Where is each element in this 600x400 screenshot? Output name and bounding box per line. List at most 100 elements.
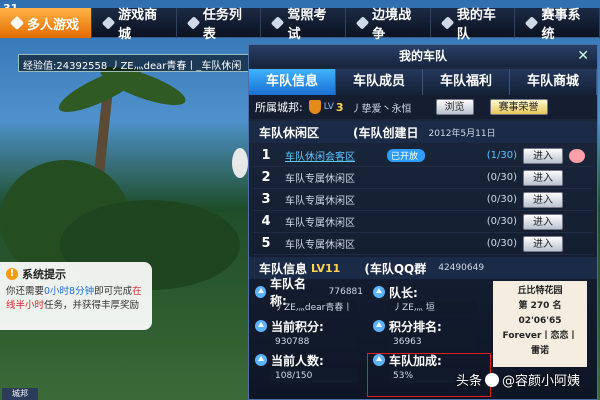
tab-team-members[interactable]: 车队成员 [336, 69, 423, 95]
team-name-field: 车队名称:776881 丿ZE灬dear青春丨 [255, 277, 363, 315]
row-number: 3 [261, 192, 271, 207]
bottom-chip[interactable]: 城邦 [2, 388, 38, 400]
tip-text: 你还需要 [6, 286, 45, 297]
bush [232, 148, 248, 178]
watermark-pre: 头条 [456, 374, 483, 389]
up-arrow-icon [373, 320, 385, 332]
lounge-name: 车队专属休闲区 [285, 218, 355, 229]
tab-team-info[interactable]: 车队信息 [249, 69, 336, 95]
members-label: 当前人数: [271, 353, 324, 368]
city-row: 所属城邦: LV 3 丿挚爱丶永恒 浏览 赛事荣誉 [249, 95, 597, 119]
row-number: 4 [261, 214, 271, 229]
tab-label: 任务列表 [202, 8, 242, 42]
tab-team-shop[interactable]: 车队商城 [510, 69, 597, 95]
lounge-name: 车队专属休闲区 [285, 196, 355, 207]
enter-button[interactable]: 进入 [523, 235, 563, 252]
qq-label: (车队QQ群 [364, 261, 427, 276]
lounge-title: 车队休闲区 [259, 125, 320, 140]
tab-label: 游戏商城 [118, 8, 158, 42]
tip-body: 你还需要0小时8分钟即可完成在 线半小时任务，并获得丰厚奖励 [6, 285, 146, 313]
tip-header: ! 系统提示 [6, 266, 146, 282]
pig-icon[interactable] [569, 148, 585, 163]
lounge-row: 5 车队专属休闲区 (0/30) 进入 [253, 233, 593, 255]
captain-label: 队长: [389, 285, 418, 300]
team-level: LV11 [311, 261, 341, 275]
tip-text: 即可完成 [94, 286, 133, 297]
enter-button[interactable]: 进入 [523, 191, 563, 208]
rank-field: 积分排名: 36963 [373, 317, 481, 349]
tip-text: 任务，并获得丰厚奖励 [44, 300, 140, 311]
city-level-prefix: LV [323, 102, 334, 112]
card-track: 丘比特花园 [517, 286, 563, 296]
tab-label: 多人游戏 [27, 17, 80, 33]
tab-label: 赛事系统 [541, 8, 581, 42]
tab-shop[interactable]: 游戏商城 [92, 8, 177, 42]
lounge-name: 车队专属休闲区 [285, 240, 355, 251]
tip-task-link[interactable]: 线半小时 [6, 300, 44, 311]
tab-tasks[interactable]: 任务列表 [177, 8, 262, 42]
up-arrow-icon [373, 286, 385, 298]
row-number: 1 [261, 148, 271, 163]
card-player: 雷诺 [530, 346, 549, 356]
lounge-header: 车队休闲区 (车队创建日 2012年5月11日 [249, 121, 597, 143]
card-rank: 第 270 名 [518, 301, 562, 311]
field-label: 积分排名: [373, 317, 481, 335]
browse-button[interactable]: 浏览 [435, 99, 474, 115]
captain-field: 队长: 丿ZE灬 垣 [373, 283, 481, 315]
window-tabs: 车队信息 车队成员 车队福利 车队商城 [249, 69, 597, 95]
city-label: 所属城邦: [255, 101, 303, 114]
tip-task-link[interactable]: 在 [132, 286, 142, 297]
card-team: Forever丨恋恋丨 [502, 331, 578, 341]
lounge-count: (0/30) [486, 194, 517, 205]
rank-value: 36963 [389, 335, 475, 349]
lounge-row: 2 车队专属休闲区 (0/30) 进入 [253, 167, 593, 189]
tab-my-team[interactable]: 我的车队 [431, 8, 516, 42]
team-name-value: 丿ZE灬dear青春丨 [271, 301, 357, 315]
open-badge: 已开放 [387, 149, 425, 162]
points-value: 930788 [271, 335, 357, 349]
city-level: 3 [335, 100, 344, 114]
enter-button[interactable]: 进入 [523, 147, 563, 164]
shield-icon [308, 100, 321, 114]
tab-events[interactable]: 赛事系统 [515, 8, 600, 42]
tab-label: 驾照考试 [287, 8, 327, 42]
tab-label: 我的车队 [456, 8, 496, 42]
captain-value: 丿ZE灬 垣 [389, 301, 475, 315]
lounge-name: 车队专属休闲区 [285, 174, 355, 185]
field-label: 当前积分: [255, 317, 363, 335]
lounge-count: (1/30) [486, 150, 517, 161]
system-tip: ! 系统提示 你还需要0小时8分钟即可完成在 线半小时任务，并获得丰厚奖励 [0, 262, 152, 330]
enter-button[interactable]: 进入 [523, 169, 563, 186]
members-field: 当前人数: 108/150 [255, 351, 363, 383]
field-label: 车队名称:776881 [255, 277, 363, 308]
lounge-count: (0/30) [486, 238, 517, 249]
row-number: 2 [261, 170, 271, 185]
close-icon[interactable]: ✕ [577, 45, 589, 67]
diamond-icon [440, 16, 455, 30]
window-title: 我的车队 [398, 49, 447, 63]
field-label: 队长: [373, 283, 481, 301]
up-arrow-icon [255, 286, 267, 298]
rank-label: 积分排名: [389, 319, 442, 334]
card-time: 02'06'65 [518, 316, 562, 326]
tab-label: 边境战争 [372, 8, 412, 42]
created-label: (车队创建日 [353, 125, 419, 140]
tab-team-welfare[interactable]: 车队福利 [423, 69, 510, 95]
qq-value: 42490649 [438, 263, 485, 273]
lounge-count: (0/30) [486, 216, 517, 227]
lounge-name-link[interactable]: 车队休闲会客区 [285, 148, 385, 163]
points-label: 当前积分: [271, 319, 324, 334]
diamond-icon [355, 16, 370, 30]
lounge-row: 1 车队休闲会客区 已开放 (1/30) 进入 [253, 145, 593, 167]
honor-button[interactable]: 赛事荣誉 [489, 99, 548, 115]
lounge-row: 4 车队专属休闲区 (0/30) 进入 [253, 211, 593, 233]
enter-button[interactable]: 进入 [523, 213, 563, 230]
lounge-list: 1 车队休闲会客区 已开放 (1/30) 进入 2 车队专属休闲区 (0/30)… [249, 143, 597, 257]
tab-multiplayer[interactable]: 多人游戏 [0, 8, 93, 38]
tab-license[interactable]: 驾照考试 [261, 8, 347, 42]
tab-border-war[interactable]: 边境战争 [346, 8, 431, 42]
track-record-card[interactable]: 丘比特花园 第 270 名 02'06'65 Forever丨恋恋丨 雷诺 [493, 281, 587, 367]
logo-icon [485, 373, 500, 387]
watermark-post: @容颜小阿姨 [502, 374, 581, 389]
up-arrow-icon [255, 354, 267, 366]
